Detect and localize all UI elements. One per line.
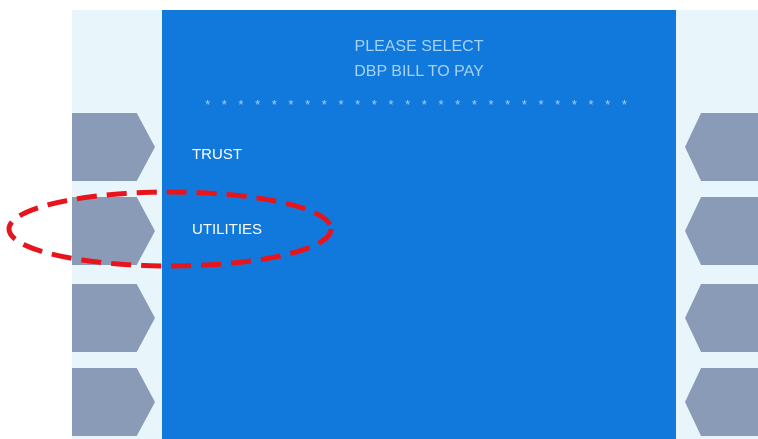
highlight-ellipse	[6, 189, 334, 269]
